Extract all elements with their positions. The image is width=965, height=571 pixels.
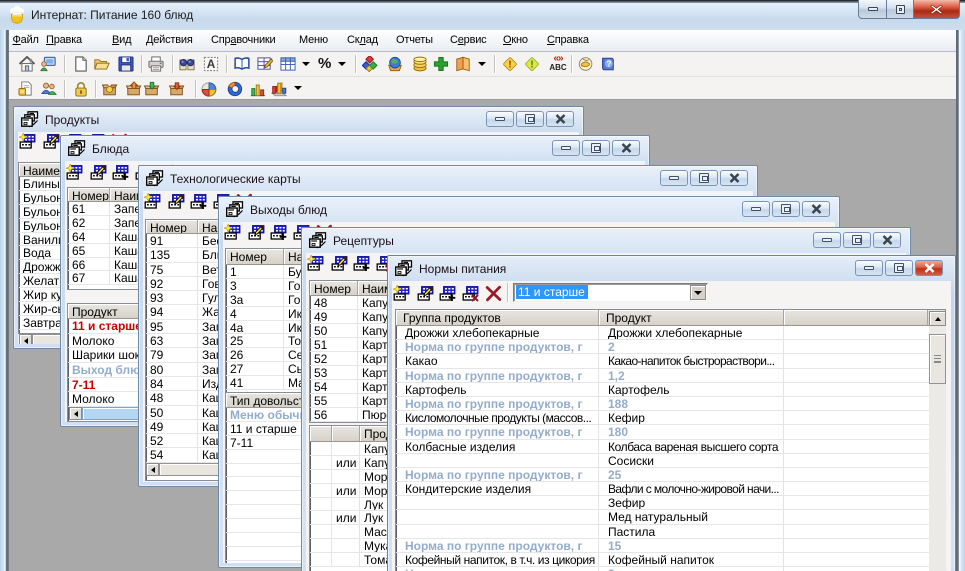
svg-text:А: А bbox=[207, 58, 216, 71]
svg-text:!: ! bbox=[508, 60, 511, 71]
svg-text:?: ? bbox=[606, 60, 611, 69]
svg-text:!: ! bbox=[530, 60, 533, 71]
